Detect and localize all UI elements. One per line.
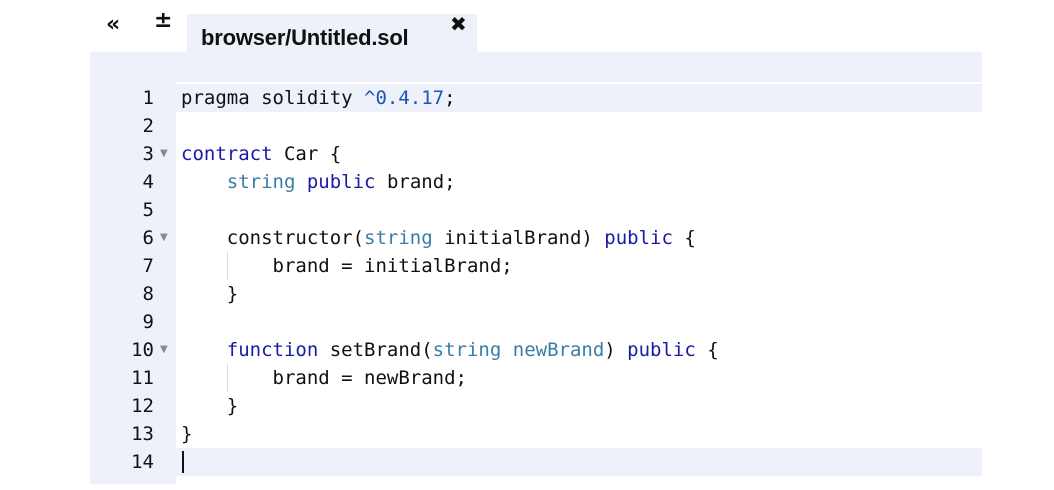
code-line: 8 }: [90, 280, 982, 308]
code-line: 9: [90, 308, 982, 336]
fold-arrow-icon[interactable]: ▼: [160, 140, 168, 168]
code-text: brand = initialBrand;: [181, 255, 513, 277]
line-number: 12: [131, 395, 154, 417]
line-number: 11: [131, 367, 154, 389]
code-text: pragma solidity ^0.4.17;: [181, 87, 456, 109]
code-line: 6 ▼ constructor(string initialBrand) publ…: [90, 224, 982, 252]
editor-top-strip: [176, 52, 982, 82]
line-number: 10: [131, 339, 154, 361]
code-text: string public brand;: [226, 171, 456, 193]
code-line: 1 pragma solidity ^0.4.17;: [90, 84, 982, 112]
code-line: 4 string public brand;: [90, 168, 982, 196]
text-cursor: [182, 451, 184, 473]
add-file-icon[interactable]: ±: [154, 9, 172, 33]
code-line: 11 brand = newBrand;: [90, 364, 982, 392]
code-line: 14: [90, 448, 982, 476]
line-number: 5: [142, 199, 154, 221]
file-tab-label: browser/Untitled.sol: [201, 25, 409, 50]
line-number: 13: [131, 423, 154, 445]
line-number: 3: [142, 143, 154, 165]
indent-guide: [226, 252, 228, 280]
code-line: 2: [90, 112, 982, 140]
line-number: 2: [142, 115, 154, 137]
code-line: 3 ▼ contract Car {: [90, 140, 982, 168]
close-tab-icon[interactable]: ✖: [450, 12, 467, 36]
line-number: 4: [142, 171, 154, 193]
code-text: contract Car {: [181, 143, 342, 165]
indent-guide: [226, 364, 228, 392]
file-tab[interactable]: browser/Untitled.sol ✖: [187, 12, 477, 52]
code-line: 12 }: [90, 392, 982, 420]
code-line: 7 brand = initialBrand;: [90, 252, 982, 280]
code-text: function setBrand(string newBrand) publi…: [226, 339, 719, 361]
line-number: 9: [142, 311, 154, 333]
line-number: 7: [142, 255, 154, 277]
line-number: 14: [131, 451, 154, 473]
fold-arrow-icon[interactable]: ▼: [160, 224, 168, 252]
code-editor[interactable]: 1 pragma solidity ^0.4.17; 2 3 ▼ contract Car…: [90, 52, 982, 484]
file-tab-bar: « ± browser/Untitled.sol ✖: [0, 0, 1054, 52]
fold-arrow-icon[interactable]: ▼: [160, 336, 168, 364]
line-number: 8: [142, 283, 154, 305]
code-line: 10 ▼ function setBrand(string newBrand) p…: [90, 336, 982, 364]
code-line: 13}: [90, 420, 982, 448]
code-text: constructor(string initialBrand) public …: [181, 227, 696, 249]
code-text: }: [181, 283, 239, 305]
line-number: 6: [142, 227, 154, 249]
collapse-panel-icon[interactable]: «: [106, 14, 120, 36]
line-number: 1: [142, 87, 154, 109]
code-text: brand = newBrand;: [181, 367, 467, 389]
code-line: 5: [90, 196, 982, 224]
code-text: }: [181, 423, 193, 445]
code-text: }: [181, 395, 239, 417]
